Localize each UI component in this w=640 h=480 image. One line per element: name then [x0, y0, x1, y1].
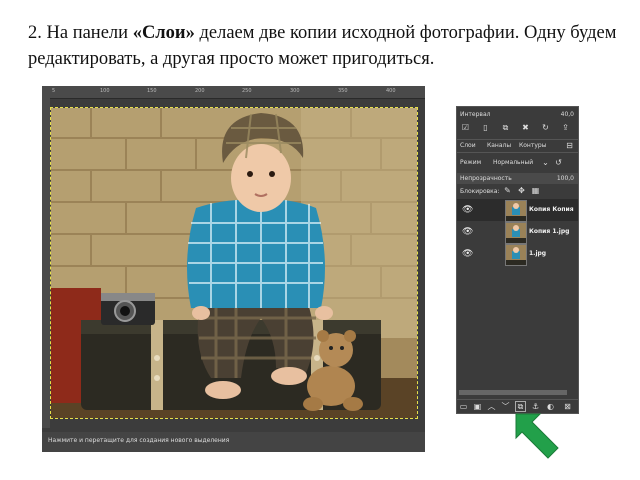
tool-options-icon[interactable]: ☑: [461, 123, 470, 132]
layer-thumbnail: [505, 244, 527, 266]
layer-thumbnail-image: [506, 245, 526, 265]
panel-menu-icon[interactable]: ⊟: [565, 141, 574, 150]
export-icon[interactable]: ⇪: [561, 123, 570, 132]
layer-thumbnail-image: [506, 223, 526, 243]
tab-layers[interactable]: Слои: [460, 142, 476, 149]
eye-icon[interactable]: 👁: [462, 227, 473, 237]
layer-thumbnail-image: [506, 201, 526, 221]
image-canvas-window: 5 100 150 200 250 300 350 400 Нажмите и …: [42, 86, 425, 452]
document-icon[interactable]: ▯: [481, 123, 490, 132]
layer-thumbnail: [505, 200, 527, 222]
layer-name[interactable]: Копия 1.jpg: [529, 228, 569, 235]
ruler-tick: 400: [386, 88, 396, 94]
chevron-down-icon[interactable]: ⌄: [541, 158, 550, 167]
tool-icons-row: ☑ ▯ ⧉ ✖ ↻ ⇪: [457, 123, 578, 135]
photo-canvas[interactable]: [50, 107, 418, 419]
layers-dock-panel: Интервал 40,0 ☑ ▯ ⧉ ✖ ↻ ⇪ Слои Каналы Ко…: [456, 106, 579, 414]
ruler-tick: 300: [290, 88, 300, 94]
instruction-step: 2. На панели: [28, 23, 133, 43]
interval-row: Интервал 40,0: [457, 110, 578, 120]
horizontal-ruler[interactable]: 5 100 150 200 250 300 350 400: [42, 86, 425, 99]
layer-row[interactable]: 👁 1.jpg: [457, 243, 578, 266]
green-arrow-icon: [515, 413, 559, 459]
layer-name[interactable]: Копия Копия: [529, 206, 574, 213]
ruler-tick: 350: [338, 88, 348, 94]
lock-alpha-icon[interactable]: ▦: [531, 186, 540, 195]
delete-icon[interactable]: ✖: [521, 123, 530, 132]
lock-pixels-icon[interactable]: ✎: [503, 186, 512, 195]
ruler-tick: 100: [100, 88, 110, 94]
lock-position-icon[interactable]: ✥: [517, 186, 526, 195]
layer-row[interactable]: 👁 Копия Копия: [457, 199, 578, 222]
tab-channels[interactable]: Каналы: [487, 142, 511, 149]
panel-tabs: Слои Каналы Контуры ⊟: [457, 139, 578, 153]
status-bar: Нажмите и перетащите для создания нового…: [42, 432, 425, 452]
ruler-tick: 150: [147, 88, 157, 94]
refresh-icon[interactable]: ↻: [541, 123, 550, 132]
mode-label: Режим: [460, 159, 482, 166]
mode-row: Режим Нормальный ⌄ ↺: [457, 157, 578, 169]
eye-icon[interactable]: 👁: [462, 205, 473, 215]
instruction-text: 2. На панели «Слои» делаем две копии исх…: [28, 20, 628, 72]
opacity-value: 100,0: [556, 175, 574, 182]
eye-icon[interactable]: 👁: [462, 249, 473, 259]
lock-row: Блокировка: ✎ ✥ ▦: [457, 186, 578, 197]
interval-value[interactable]: 40,0: [561, 111, 574, 118]
mode-select[interactable]: Нормальный: [493, 159, 533, 166]
vertical-ruler[interactable]: [42, 98, 50, 428]
layer-thumbnail: [505, 222, 527, 244]
raise-layer-icon[interactable]: ︿: [487, 402, 496, 411]
new-layer-icon[interactable]: ▭: [459, 402, 468, 411]
interval-label: Интервал: [460, 111, 491, 118]
status-text: Нажмите и перетащите для создания нового…: [48, 437, 230, 444]
reset-mode-icon[interactable]: ↺: [554, 158, 563, 167]
ruler-tick: 5: [52, 88, 56, 94]
delete-layer-icon[interactable]: ⊠: [563, 402, 572, 411]
opacity-slider[interactable]: Непрозрачность 100,0: [457, 173, 578, 184]
lower-layer-icon[interactable]: ﹀: [501, 402, 510, 411]
tab-paths[interactable]: Контуры: [519, 142, 546, 149]
instruction-panel-name: «Слои»: [132, 23, 195, 43]
layer-group-icon[interactable]: ▣: [473, 402, 482, 411]
boy-on-suitcase-photo: [51, 108, 417, 418]
ruler-tick: 250: [242, 88, 252, 94]
lock-label: Блокировка:: [460, 188, 500, 195]
undo-history-icon[interactable]: ⧉: [501, 123, 510, 132]
layer-row[interactable]: 👁 Копия 1.jpg: [457, 221, 578, 244]
opacity-label: Непрозрачность: [460, 175, 512, 182]
horizontal-scrollbar[interactable]: [459, 390, 567, 395]
layer-name[interactable]: 1.jpg: [529, 250, 546, 257]
ruler-tick: 200: [195, 88, 205, 94]
